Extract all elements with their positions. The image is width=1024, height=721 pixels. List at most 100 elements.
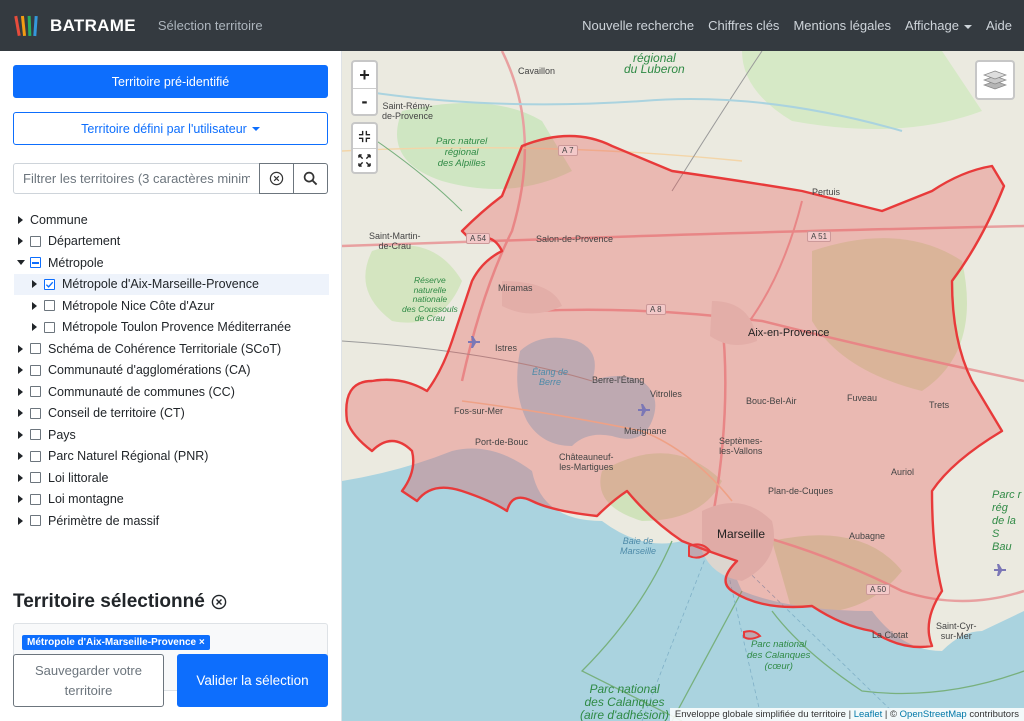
tree-label: Loi littorale — [48, 470, 109, 485]
attribution-suffix: contributors — [966, 709, 1019, 720]
expand-arrow-icon[interactable] — [14, 452, 27, 461]
save-territory-button[interactable]: Sauvegarder votre territoire — [13, 654, 164, 707]
checkbox[interactable] — [30, 493, 41, 505]
nav-legal[interactable]: Mentions légales — [793, 18, 891, 33]
tree-item-pays[interactable]: Pays — [14, 424, 329, 446]
map-tiles — [342, 51, 1024, 721]
tree-item-scot[interactable]: Schéma de Cohérence Territoriale (SCoT) — [14, 338, 329, 360]
tree-label: Département — [48, 234, 121, 249]
expand-arrow-icon[interactable] — [14, 215, 27, 224]
nav-subtitle[interactable]: Sélection territoire — [158, 18, 263, 33]
tree-label: Métropole Toulon Provence Méditerranée — [62, 320, 292, 335]
tree-item-cc[interactable]: Communauté de communes (CC) — [14, 381, 329, 403]
user-defined-territory-button[interactable]: Territoire défini par l'utilisateur — [13, 112, 328, 145]
checkbox[interactable] — [44, 321, 55, 333]
tree-label: Loi montagne — [48, 492, 124, 507]
expand-arrow-icon[interactable] — [14, 366, 27, 375]
collapse-view-button[interactable] — [353, 124, 376, 148]
caret-down-icon — [251, 126, 260, 131]
tree-item-ct[interactable]: Conseil de territoire (CT) — [14, 403, 329, 425]
selected-territory-title: Territoire sélectionné — [13, 591, 227, 613]
user-defined-label: Territoire défini par l'utilisateur — [81, 121, 247, 136]
caret-down-icon — [963, 24, 972, 29]
checkbox[interactable] — [30, 364, 41, 376]
tree-item-metropole-toulon[interactable]: Métropole Toulon Provence Méditerranée — [14, 317, 329, 339]
expand-arrow-icon[interactable] — [14, 516, 27, 525]
tree-item-massif[interactable]: Périmètre de massif — [14, 510, 329, 532]
clear-filter-button[interactable] — [259, 163, 294, 194]
clear-circle-icon — [269, 171, 284, 186]
checkbox[interactable] — [44, 300, 55, 312]
collapse-arrow-icon[interactable] — [14, 260, 27, 266]
attribution-prefix: Enveloppe globale simplifiée du territoi… — [674, 709, 854, 720]
tree-label: Métropole — [48, 255, 104, 270]
nav-display-label: Affichage — [905, 18, 959, 33]
leaflet-link[interactable]: Leaflet — [854, 709, 883, 720]
checkbox[interactable] — [30, 343, 41, 355]
checkbox-partial[interactable] — [30, 257, 41, 269]
expand-arrow-icon[interactable] — [14, 409, 27, 418]
map[interactable]: Cavaillon régional du Luberon Saint-Rémy… — [342, 51, 1024, 721]
checkbox[interactable] — [30, 235, 41, 247]
brand[interactable]: BATRAME — [14, 13, 136, 39]
expand-arrow-icon[interactable] — [14, 430, 27, 439]
expand-arrow-icon[interactable] — [14, 237, 27, 246]
checkbox[interactable] — [30, 407, 41, 419]
tree-item-loi-montagne[interactable]: Loi montagne — [14, 489, 329, 511]
preidentified-territory-button[interactable]: Territoire pré-identifié — [13, 65, 328, 98]
checkbox-checked[interactable] — [44, 278, 55, 290]
tree-item-metropole[interactable]: Métropole — [14, 252, 329, 274]
tree-label: Schéma de Cohérence Territoriale (SCoT) — [48, 341, 282, 356]
tree-item-loi-littorale[interactable]: Loi littorale — [14, 467, 329, 489]
filter-input[interactable] — [13, 163, 260, 194]
nav-help[interactable]: Aide — [986, 18, 1012, 33]
tree-label: Communauté d'agglomérations (CA) — [48, 363, 251, 378]
attribution-sep: | © — [882, 709, 900, 720]
expand-arrow-icon[interactable] — [14, 344, 27, 353]
checkbox[interactable] — [30, 450, 41, 462]
collapse-arrows-icon — [358, 130, 371, 142]
selected-territory-tag[interactable]: Métropole d'Aix-Marseille-Provence × — [22, 635, 210, 650]
checkbox[interactable] — [30, 515, 41, 527]
search-button[interactable] — [293, 163, 328, 194]
expand-arrow-icon[interactable] — [28, 301, 41, 310]
expand-arrow-icon[interactable] — [14, 473, 27, 482]
selected-territory-heading: Territoire sélectionné — [13, 591, 205, 612]
tree-item-commune[interactable]: Commune — [14, 209, 329, 231]
expand-view-button[interactable] — [353, 148, 376, 172]
expand-arrow-icon[interactable] — [28, 280, 41, 289]
tree-label: Conseil de territoire (CT) — [48, 406, 185, 421]
tree-label: Périmètre de massif — [48, 513, 160, 528]
zoom-in-button[interactable]: + — [353, 62, 376, 88]
checkbox[interactable] — [30, 429, 41, 441]
tree-label: Métropole d'Aix-Marseille-Provence — [62, 277, 259, 292]
validate-selection-button[interactable]: Valider la sélection — [177, 654, 328, 707]
tree-item-metropole-aix-marseille[interactable]: Métropole d'Aix-Marseille-Provence — [14, 273, 329, 295]
tree-item-metropole-nice[interactable]: Métropole Nice Côte d'Azur — [14, 295, 329, 317]
expand-arrow-icon[interactable] — [14, 387, 27, 396]
clear-selection-icon[interactable] — [211, 594, 227, 610]
checkbox[interactable] — [30, 472, 41, 484]
tree-label: Communauté de communes (CC) — [48, 384, 235, 399]
tree-item-departement[interactable]: Département — [14, 231, 329, 253]
nav-key-figures[interactable]: Chiffres clés — [708, 18, 779, 33]
openstreetmap-link[interactable]: OpenStreetMap — [900, 709, 967, 720]
checkbox[interactable] — [30, 386, 41, 398]
tree-label: Commune — [30, 212, 88, 227]
navbar: BATRAME Sélection territoire Nouvelle re… — [0, 0, 1024, 51]
layers-button[interactable] — [975, 60, 1015, 100]
check-icon — [45, 281, 54, 288]
nav-new-search[interactable]: Nouvelle recherche — [582, 18, 694, 33]
expand-arrow-icon[interactable] — [14, 495, 27, 504]
tree-label: Pays — [48, 427, 76, 442]
tree-item-pnr[interactable]: Parc Naturel Régional (PNR) — [14, 446, 329, 468]
expand-arrow-icon[interactable] — [28, 323, 41, 332]
nav-display-dropdown[interactable]: Affichage — [905, 18, 972, 33]
tree-item-ca[interactable]: Communauté d'agglomérations (CA) — [14, 360, 329, 382]
expand-arrows-icon — [358, 154, 371, 167]
territory-tree: Commune Département Métropole Métropole … — [14, 209, 329, 532]
layers-icon — [983, 70, 1007, 90]
search-icon — [303, 171, 318, 186]
zoom-out-button[interactable]: - — [353, 88, 376, 114]
tree-label: Parc Naturel Régional (PNR) — [48, 449, 209, 464]
